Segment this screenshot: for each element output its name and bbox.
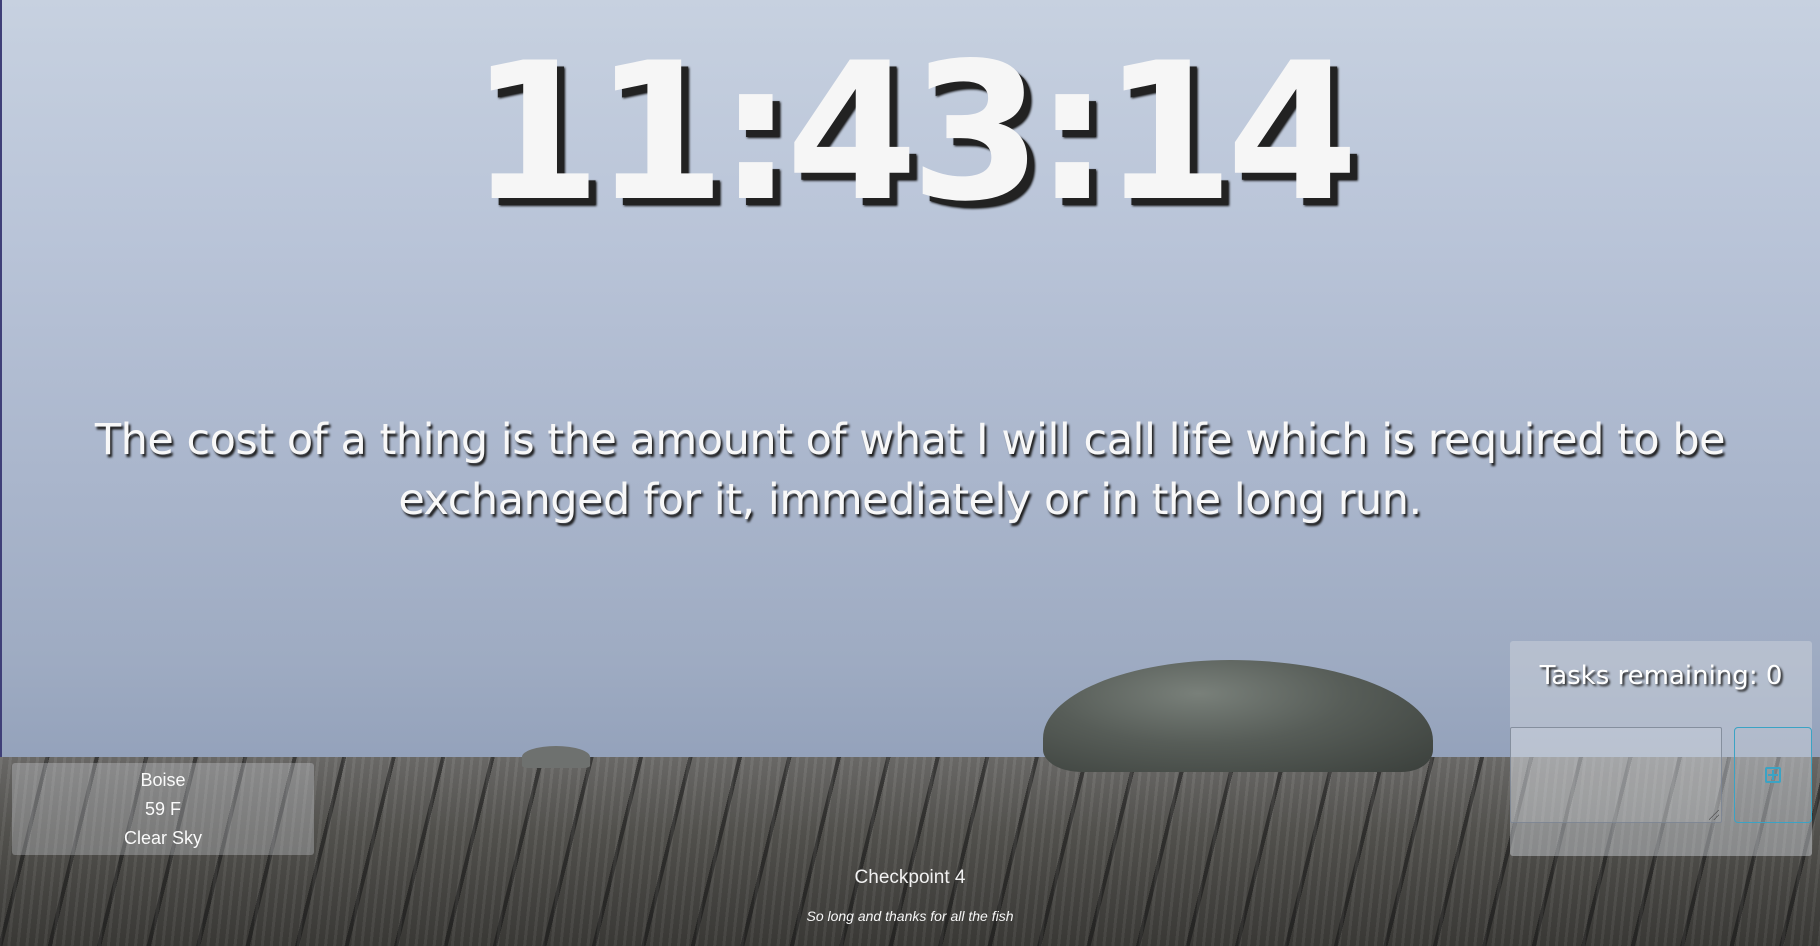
checkpoint-label: Checkpoint 4 bbox=[854, 867, 966, 888]
footer-tagline: So long and thanks for all the fish bbox=[806, 908, 1014, 924]
weather-condition: Clear Sky bbox=[123, 828, 203, 848]
tasks-widget: Tasks remaining: 0 bbox=[1510, 641, 1812, 856]
plus-square-icon bbox=[1765, 767, 1781, 783]
dashboard-screen: 11:43:14 The cost of a thing is the amou… bbox=[0, 0, 1820, 946]
new-task-input[interactable] bbox=[1510, 727, 1722, 823]
tasks-remaining-title: Tasks remaining: 0 bbox=[1539, 661, 1783, 691]
background-rock bbox=[1043, 660, 1433, 772]
background-small-rock bbox=[522, 746, 590, 768]
clock-display: 11:43:14 bbox=[469, 22, 1358, 243]
weather-city: Boise bbox=[140, 770, 186, 790]
resize-grip-icon[interactable] bbox=[1709, 810, 1719, 820]
weather-temperature: 59 F bbox=[144, 799, 182, 819]
quote-text: The cost of a thing is the amount of wha… bbox=[94, 415, 1726, 525]
weather-widget: Boise 59 F Clear Sky bbox=[12, 763, 314, 855]
add-task-button[interactable] bbox=[1734, 727, 1812, 823]
